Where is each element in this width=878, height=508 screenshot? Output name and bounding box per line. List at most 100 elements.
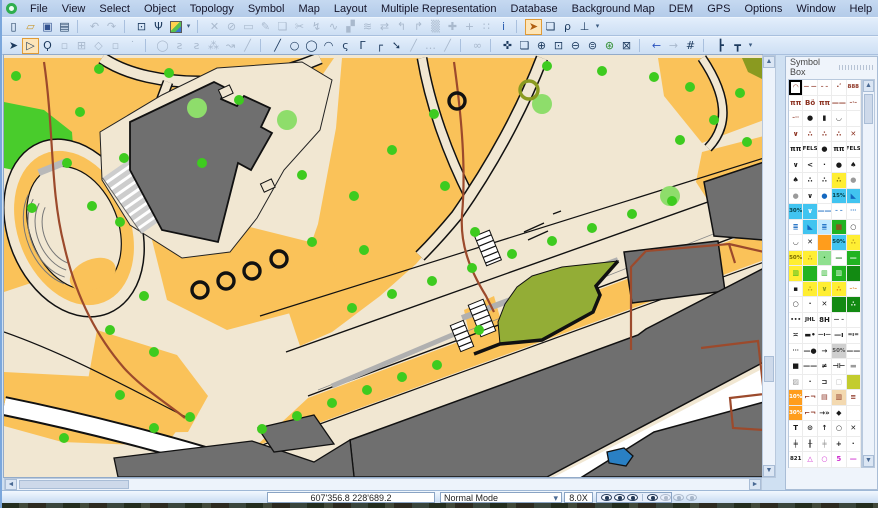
symbol-cell[interactable]: ∴ xyxy=(832,282,846,298)
symbol-cell[interactable]: ∴ xyxy=(847,297,861,313)
symbol-cell[interactable]: ▪ xyxy=(789,282,803,298)
symbol-cell[interactable]: —● xyxy=(803,344,817,360)
symbol-box-scrollbar[interactable]: ▲ ▼ xyxy=(862,79,875,468)
vertical-scroll-thumb[interactable] xyxy=(764,356,774,382)
symbol-cell[interactable]: ▢ xyxy=(832,375,846,391)
symbol-cell[interactable]: FELS xyxy=(803,142,817,158)
canvas-vertical-scrollbar[interactable]: ▲ ▼ xyxy=(762,55,776,478)
symbol-cell[interactable]: 50% xyxy=(832,235,846,251)
eye-icon[interactable] xyxy=(647,494,658,501)
toolbar-overflow-button[interactable]: ▾ xyxy=(184,19,193,35)
symbol-cell[interactable]: ○ xyxy=(847,220,861,236)
symbol-cell[interactable]: 15% xyxy=(832,189,846,205)
symbol-cell[interactable]: ∴ xyxy=(803,282,817,298)
symbol-cell[interactable] xyxy=(847,406,861,422)
eye-icon[interactable] xyxy=(660,494,671,501)
menu-item-select[interactable]: Select xyxy=(92,2,137,16)
symbol-cell[interactable]: 30% xyxy=(789,406,803,422)
horizontal-scroll-thumb[interactable] xyxy=(19,480,129,489)
symbol-cell[interactable] xyxy=(847,266,861,282)
symbol-cell[interactable]: — xyxy=(832,251,846,267)
symbol-cell[interactable]: ◡ xyxy=(832,111,846,127)
symbol-cell[interactable]: 821 xyxy=(789,452,803,468)
symbol-cell[interactable]: ≍ xyxy=(789,328,803,344)
menu-item-window[interactable]: Window xyxy=(789,2,842,16)
symbol-cell[interactable]: ∴ xyxy=(803,173,817,189)
symbol-cell[interactable]: ππ xyxy=(832,142,846,158)
symbol-box-header[interactable]: Symbol Box xyxy=(786,57,877,77)
symbol-cell[interactable]: ╫ xyxy=(803,437,817,453)
symbol-cell[interactable]: ▥ xyxy=(789,266,803,282)
grid-button[interactable]: # xyxy=(682,38,699,54)
draw-rectangular-line-button[interactable]: Γ xyxy=(354,38,371,54)
symbol-cell[interactable]: ○ xyxy=(789,297,803,313)
select-object-button[interactable]: ➤ xyxy=(5,38,22,54)
symbol-cell[interactable]: ○ xyxy=(818,452,832,468)
eye-icon[interactable] xyxy=(614,494,625,501)
menu-item-background-map[interactable]: Background Map xyxy=(565,2,662,16)
print-button[interactable]: ▤ xyxy=(56,19,73,35)
symbol-cell[interactable]: —— xyxy=(832,96,846,112)
mode-select[interactable]: Normal Mode ▾ xyxy=(440,492,562,503)
symbol-cell[interactable]: —ı— xyxy=(818,328,832,344)
new-map-button[interactable]: ▯ xyxy=(5,19,22,35)
symbol-cell[interactable]: ⌐¬ xyxy=(803,406,817,422)
menu-item-multiple-representation[interactable]: Multiple Representation xyxy=(374,2,504,16)
toolbar-overflow-button-3[interactable]: ▾ xyxy=(746,38,755,54)
symbol-cell[interactable]: ▮ xyxy=(818,111,832,127)
symbol-cell[interactable]: 30% xyxy=(789,204,803,220)
symbol-cell[interactable]: · xyxy=(818,158,832,174)
symbol-cell[interactable]: ▥ xyxy=(832,390,846,406)
symbol-cell[interactable]: ◠ xyxy=(789,80,803,96)
pan-page-button[interactable]: ❏ xyxy=(516,38,533,54)
zoom-previous-button[interactable]: ⊜ xyxy=(584,38,601,54)
symbol-cell[interactable]: =ı= xyxy=(847,328,861,344)
symbol-cell[interactable]: ● xyxy=(818,142,832,158)
draw-ellipse-button[interactable]: ◯ xyxy=(303,38,320,54)
symbol-cell[interactable]: ▥ xyxy=(818,266,832,282)
symbol-cell[interactable]: T xyxy=(789,421,803,437)
symbol-cell[interactable]: 888 xyxy=(847,80,861,96)
symbol-cell[interactable]: ▥ xyxy=(832,266,846,282)
menu-item-layout[interactable]: Layout xyxy=(327,2,374,16)
menu-item-help[interactable]: Help xyxy=(843,2,878,16)
zoom-out-button[interactable]: ⊖ xyxy=(567,38,584,54)
scroll-down-icon[interactable]: ▼ xyxy=(863,455,874,467)
symbol-cell[interactable]: 5 xyxy=(832,452,846,468)
menu-item-view[interactable]: View xyxy=(55,2,93,16)
symbol-cell[interactable]: — xyxy=(847,251,861,267)
symbol-cell[interactable]: · xyxy=(803,297,817,313)
menu-item-options[interactable]: Options xyxy=(737,2,789,16)
lasso-button[interactable]: Ϙ xyxy=(39,38,56,54)
scroll-right-icon[interactable]: ► xyxy=(749,479,761,490)
symbol-cell[interactable] xyxy=(818,235,832,251)
show-whole-map-button[interactable]: Ψ xyxy=(150,19,167,35)
symbol-scroll-thumb[interactable] xyxy=(864,94,873,124)
eye-icon[interactable] xyxy=(686,494,697,501)
symbol-cell[interactable]: ♠ xyxy=(789,173,803,189)
symbol-cell[interactable]: ○ xyxy=(832,421,846,437)
symbol-cell[interactable]: ✕ xyxy=(818,297,832,313)
symbol-cell[interactable]: ✕ xyxy=(847,421,861,437)
symbol-cell[interactable]: ∴ xyxy=(803,251,817,267)
symbol-cell[interactable]: · xyxy=(803,375,817,391)
zoom-entire-map-button[interactable]: ⊛ xyxy=(601,38,618,54)
menu-item-object[interactable]: Object xyxy=(137,2,183,16)
symbol-cell[interactable]: ππ xyxy=(789,96,803,112)
menu-item-topology[interactable]: Topology xyxy=(183,2,241,16)
symbol-cell[interactable]: ⌐¬ xyxy=(803,390,817,406)
symbol-cell[interactable]: –·– xyxy=(847,96,861,112)
symbol-cell[interactable]: – – xyxy=(818,80,832,96)
symbol-cell[interactable] xyxy=(832,297,846,313)
scroll-up-icon[interactable]: ▲ xyxy=(763,56,775,68)
symbol-cell[interactable] xyxy=(847,111,861,127)
symbol-cell[interactable]: — – xyxy=(832,313,846,329)
symbol-cell[interactable]: ππ xyxy=(789,142,803,158)
menu-item-symbol[interactable]: Symbol xyxy=(241,2,292,16)
symbol-cell[interactable]: ♠ xyxy=(847,158,861,174)
symbol-cell[interactable]: 8H xyxy=(818,313,832,329)
symbol-cell[interactable]: ╪ xyxy=(789,437,803,453)
zoom-in-button[interactable]: ⊕ xyxy=(533,38,550,54)
symbol-cell[interactable]: —ı xyxy=(832,328,846,344)
symbol-cell[interactable]: 50% xyxy=(832,344,846,360)
